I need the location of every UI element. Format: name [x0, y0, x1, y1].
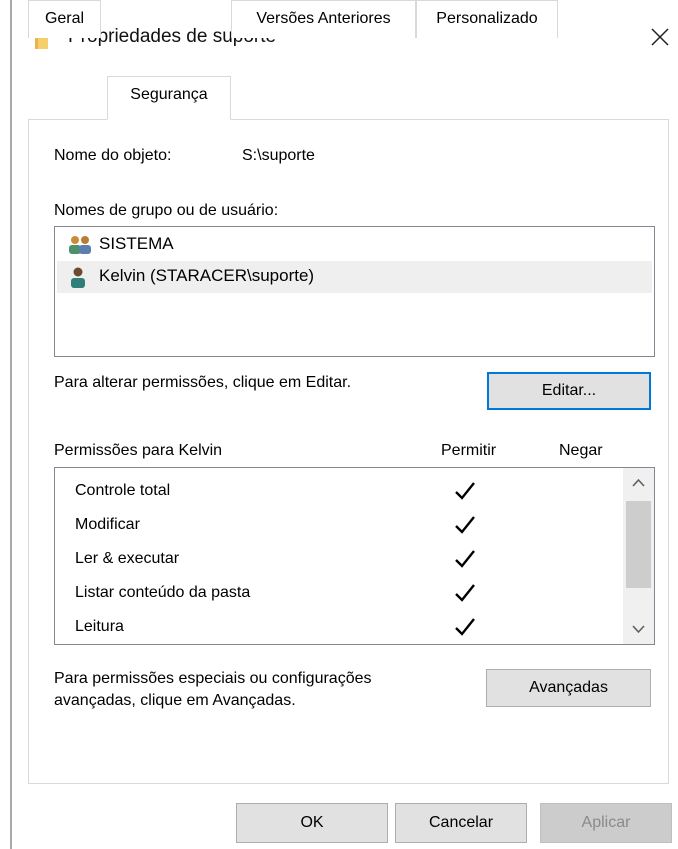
chevron-down-icon	[632, 625, 645, 634]
advanced-hint-line2: avançadas, clique em Avançadas.	[54, 692, 296, 709]
list-item-label: Kelvin (STARACER\suporte)	[99, 266, 315, 285]
users-group-icon	[67, 235, 93, 260]
scroll-thumb[interactable]	[626, 501, 651, 588]
allow-check-icon	[453, 514, 477, 541]
permission-row: Listar conteúdo da pasta	[75, 578, 615, 612]
list-item-sistema[interactable]: SISTEMA	[57, 229, 652, 261]
groups-label: Nomes de grupo ou de usuário:	[54, 202, 279, 219]
advanced-hint-line1: Para permissões especiais ou configuraçõ…	[54, 670, 372, 687]
permissions-listbox[interactable]: Controle total Modificar Ler & executar …	[54, 467, 655, 645]
groups-listbox[interactable]: SISTEMA Kelvin (STARACER\suporte)	[54, 226, 655, 357]
tab-versoes-anteriores[interactable]: Versões Anteriores	[231, 0, 416, 38]
window-left-edge	[10, 0, 12, 849]
permission-row: Modificar	[75, 510, 615, 544]
user-icon	[67, 267, 93, 294]
list-item-label: SISTEMA	[99, 234, 174, 253]
permission-name: Leitura	[75, 618, 124, 635]
permission-row: Controle total	[75, 476, 615, 510]
ok-button[interactable]: OK	[236, 803, 388, 843]
advanced-button[interactable]: Avançadas	[486, 669, 651, 707]
deny-column-header: Negar	[559, 442, 603, 459]
allow-column-header: Permitir	[441, 442, 497, 459]
allow-check-icon	[453, 548, 477, 575]
permission-name: Controle total	[75, 482, 171, 499]
object-name-value: S:\suporte	[242, 147, 315, 164]
permission-row: Ler & executar	[75, 544, 615, 578]
scroll-down-button[interactable]	[623, 613, 654, 644]
tab-seguranca[interactable]: Segurança	[107, 76, 231, 120]
close-button[interactable]	[640, 18, 678, 56]
allow-check-icon	[453, 616, 477, 643]
permission-name: Ler & executar	[75, 550, 180, 567]
cancel-button[interactable]: Cancelar	[395, 803, 527, 843]
edit-button[interactable]: Editar...	[487, 372, 651, 410]
tab-geral[interactable]: Geral	[28, 0, 101, 38]
chevron-up-icon	[632, 478, 645, 487]
permission-name: Listar conteúdo da pasta	[75, 584, 251, 601]
list-item-kelvin[interactable]: Kelvin (STARACER\suporte)	[57, 261, 652, 293]
object-name-label: Nome do objeto:	[54, 147, 172, 164]
edit-hint: Para alterar permissões, clique em Edita…	[54, 374, 352, 391]
scroll-up-button[interactable]	[623, 468, 654, 499]
permission-name: Modificar	[75, 516, 140, 533]
allow-check-icon	[453, 480, 477, 507]
apply-button[interactable]: Aplicar	[540, 803, 672, 843]
permission-row: Leitura	[75, 612, 615, 646]
vertical-scrollbar[interactable]	[623, 468, 654, 644]
allow-check-icon	[453, 582, 477, 609]
permissions-label: Permissões para Kelvin	[54, 442, 223, 459]
close-icon	[651, 28, 669, 46]
tab-personalizado[interactable]: Personalizado	[416, 0, 558, 38]
